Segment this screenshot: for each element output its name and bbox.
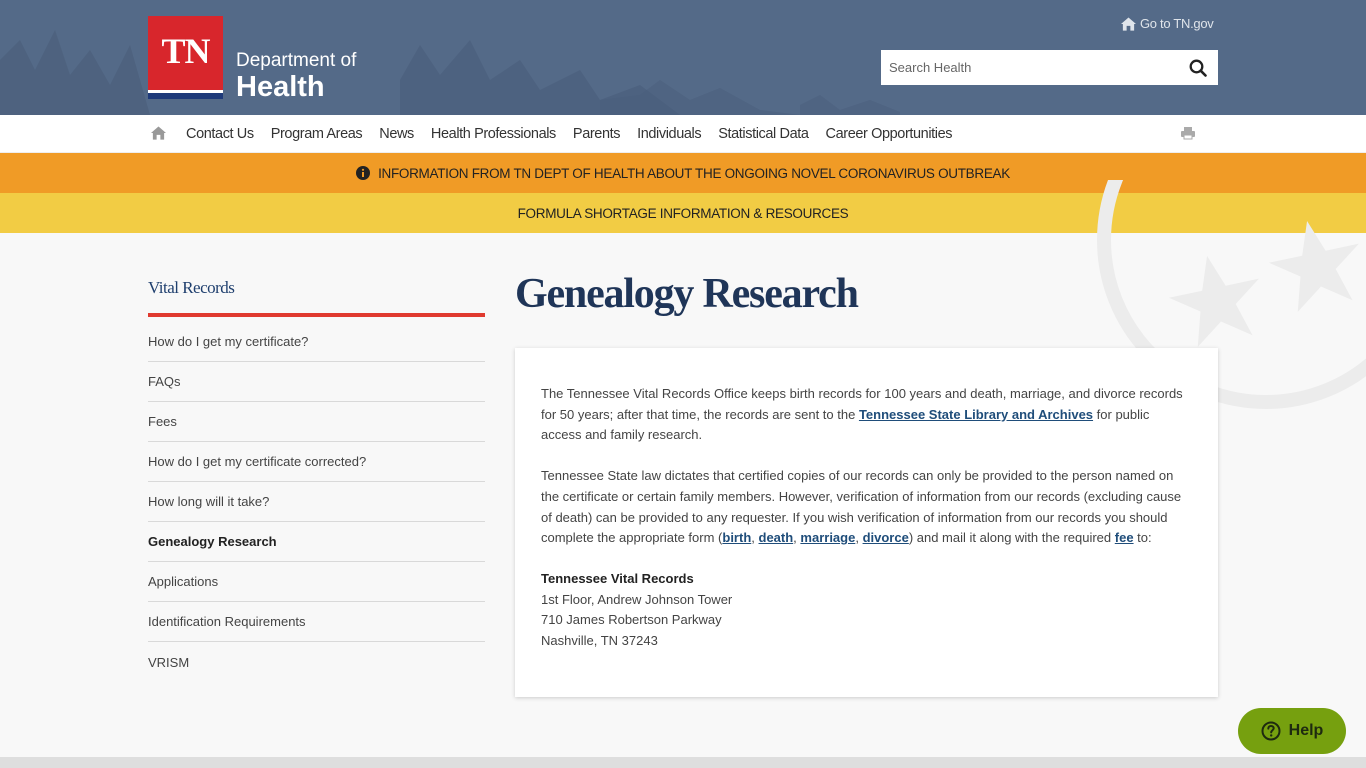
search-button[interactable] (1178, 50, 1218, 85)
nav-item-career-opportunities[interactable]: Career Opportunities (826, 126, 953, 142)
sidebar-menu: How do I get my certificate? FAQs Fees H… (148, 322, 485, 682)
go-to-tn-gov-link[interactable]: Go to TN.gov (1121, 16, 1214, 31)
home-nav-icon[interactable] (151, 126, 166, 140)
divorce-form-link[interactable]: divorce (863, 530, 909, 545)
sidebar-title[interactable]: Vital Records (148, 278, 235, 298)
search-box (881, 50, 1218, 85)
nav-item-program-areas[interactable]: Program Areas (271, 126, 363, 142)
print-icon[interactable] (1181, 126, 1195, 140)
para2-text2: ) and mail it along with the required (908, 530, 1115, 546)
formula-banner-text: FORMULA SHORTAGE INFORMATION & RESOURCES (517, 205, 849, 221)
separator: , (855, 530, 863, 546)
help-button[interactable]: Help (1238, 708, 1346, 754)
coronavirus-banner-text: INFORMATION FROM TN DEPT OF HEALTH ABOUT… (378, 165, 1010, 181)
footer-strip (0, 757, 1366, 768)
para2-text3: to: (1133, 530, 1152, 546)
mailing-address: Tennessee Vital Records 1st Floor, Andre… (541, 569, 1192, 652)
main-nav: Contact Us Program Areas News Health Pro… (0, 115, 1366, 153)
sidebar-item-genealogy-research[interactable]: Genealogy Research (148, 522, 485, 562)
sidebar-item-fees[interactable]: Fees (148, 402, 485, 442)
page-title: Genealogy Research (515, 271, 859, 317)
nav-item-statistical-data[interactable]: Statistical Data (718, 126, 809, 142)
sidebar-item-certificate-corrected[interactable]: How do I get my certificate corrected? (148, 442, 485, 482)
nav-list: Contact Us Program Areas News Health Pro… (186, 115, 969, 153)
separator: , (751, 530, 759, 546)
address-line2: 710 James Robertson Parkway (541, 612, 722, 628)
site-header: TN Department of Health Go to TN.gov (0, 0, 1366, 115)
logo-text: TN (161, 31, 210, 71)
nav-item-news[interactable]: News (379, 126, 414, 142)
sidebar-item-get-certificate[interactable]: How do I get my certificate? (148, 322, 485, 362)
birth-form-link[interactable]: birth (722, 530, 751, 545)
sidebar-accent-bar (148, 313, 485, 317)
nav-item-health-professionals[interactable]: Health Professionals (431, 126, 556, 142)
search-input[interactable] (881, 50, 1178, 85)
tn-logo[interactable]: TN (148, 16, 223, 99)
question-circle-icon (1261, 721, 1281, 741)
sidebar-item-faqs[interactable]: FAQs (148, 362, 485, 402)
home-icon (1121, 16, 1136, 31)
go-to-tn-gov-label: Go to TN.gov (1140, 16, 1214, 31)
content-card: The Tennessee Vital Records Office keeps… (515, 348, 1218, 697)
nav-item-parents[interactable]: Parents (573, 126, 621, 142)
dept-name-line1: Department of (236, 50, 357, 71)
tn-state-library-link[interactable]: Tennessee State Library and Archives (859, 407, 1093, 422)
death-form-link[interactable]: death (759, 530, 794, 545)
sidebar-item-identification-requirements[interactable]: Identification Requirements (148, 602, 485, 642)
address-line1: 1st Floor, Andrew Johnson Tower (541, 591, 733, 607)
fee-link[interactable]: fee (1115, 530, 1134, 545)
nav-item-contact-us[interactable]: Contact Us (186, 126, 254, 142)
intro-paragraph: The Tennessee Vital Records Office keeps… (541, 384, 1192, 446)
help-label: Help (1288, 722, 1324, 739)
sidebar-item-applications[interactable]: Applications (148, 562, 485, 602)
marriage-form-link[interactable]: marriage (800, 530, 855, 545)
logo-stripe-blue (148, 93, 223, 99)
address-line3: Nashville, TN 37243 (541, 633, 658, 649)
nav-item-individuals[interactable]: Individuals (637, 126, 702, 142)
sidebar-item-how-long[interactable]: How long will it take? (148, 482, 485, 522)
address-name: Tennessee Vital Records (541, 570, 694, 586)
info-icon (356, 166, 371, 180)
dept-name-line2: Health (236, 71, 325, 103)
sidebar-item-vrism[interactable]: VRISM (148, 642, 485, 682)
law-paragraph: Tennessee State law dictates that certif… (541, 466, 1192, 549)
search-icon (1189, 59, 1207, 77)
